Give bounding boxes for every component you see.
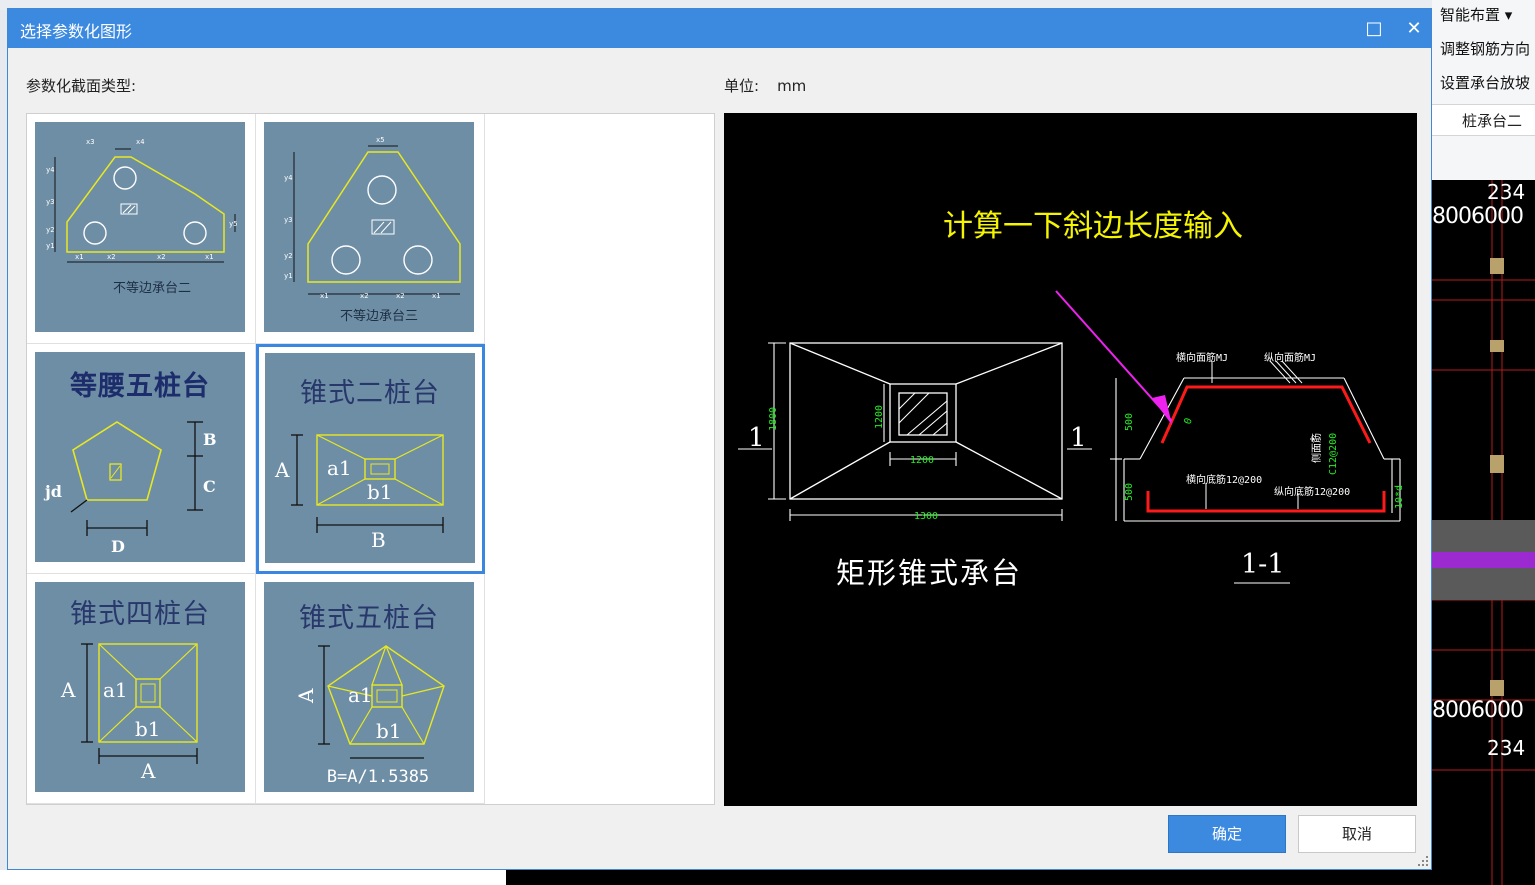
menu-smart-layout[interactable]: 智能布置 ▾ <box>1440 4 1512 25</box>
shape-thumbnail: 锥式四桩台 A a1 b1 A <box>35 582 245 792</box>
plan-dim: 1200 <box>910 455 934 466</box>
dialog-titlebar[interactable]: 选择参数化图形 □ ✕ <box>8 9 1431 48</box>
tab-pile-cap[interactable]: 桩承台二 <box>1432 104 1535 136</box>
section-dim: 0 <box>1182 417 1194 426</box>
close-icon[interactable]: ✕ <box>1400 15 1428 43</box>
dim-label: a1 <box>348 683 373 707</box>
plan-dim: 1300 <box>914 511 938 522</box>
section-note: 纵向底筋12@200 <box>1274 485 1350 498</box>
cad-label: 8006000 <box>1432 204 1524 229</box>
dim-label: x4 <box>136 138 144 146</box>
preview-annotation: 计算一下斜边长度输入 <box>943 209 1243 244</box>
plan-dim: 1800 <box>768 407 779 431</box>
dim-label: x1 <box>432 292 440 300</box>
section-note: 横向底筋12@200 <box>1186 473 1262 486</box>
dialog-title: 选择参数化图形 <box>20 22 133 41</box>
shape-preview: 1800 1200 1200 1300 横向面筋MJ 纵向面筋MJ 侧面筋 C1… <box>724 113 1417 806</box>
cancel-button[interactable]: 取消 <box>1298 815 1416 853</box>
dim-label: y3 <box>46 198 54 206</box>
dim-label: x2 <box>107 253 115 261</box>
plan-title: 矩形锥式承台 <box>836 556 1023 590</box>
dim-label: y4 <box>284 174 292 182</box>
section-note: 侧面筋 <box>1310 433 1323 463</box>
shape-thumbnail: 等腰五桩台 B C jd D <box>35 352 245 562</box>
dim-label: A <box>60 678 76 702</box>
shape-card-unequal-cap-3[interactable]: x5 y4 y3 y2 y1 x1 x2 x2 x1 不等边承台三 <box>256 114 485 344</box>
plan-dim: 1200 <box>874 405 885 429</box>
cad-label: 8006000 <box>1432 698 1524 723</box>
cad-label: 234 <box>1487 736 1526 760</box>
cut-mark: 1 <box>1070 423 1087 453</box>
shape-caption: 不等边承台三 <box>340 308 418 323</box>
section-dim: 500 <box>1124 413 1135 431</box>
shape-thumbnail: 锥式二桩台 A a1 b1 B <box>265 353 475 563</box>
shape-card-cone-4-pile[interactable]: 锥式四桩台 A a1 b1 A <box>27 574 256 804</box>
dim-label: a1 <box>103 678 128 702</box>
dim-label: x3 <box>86 138 94 146</box>
section-type-label: 参数化截面类型: <box>26 77 137 95</box>
dim-label: x2 <box>157 253 165 261</box>
section-dim: 500 <box>1124 483 1135 501</box>
dim-label: b1 <box>135 717 161 741</box>
dim-label: y1 <box>284 272 292 280</box>
shape-thumbnail: x3 x4 y4 y3 y2 y1 y5 x1 x2 x2 x1 不等边承台二 <box>35 122 245 332</box>
maximize-icon[interactable]: □ <box>1360 15 1388 43</box>
dim-label: y4 <box>46 166 54 174</box>
dim-label: B <box>371 528 386 552</box>
dim-label: y1 <box>46 242 54 250</box>
shape-thumbnail: x5 y4 y3 y2 y1 x1 x2 x2 x1 不等边承台三 <box>264 122 474 332</box>
dim-label: A <box>274 458 290 482</box>
dim-label: y5 <box>229 220 237 228</box>
cad-canvas-background: 234 8006000 8006000 234 <box>1432 180 1535 885</box>
select-parametric-shape-dialog: 选择参数化图形 □ ✕ 参数化截面类型: 单位: mm x3 x4 y4 y3 … <box>7 8 1432 870</box>
shape-caption: 不等边承台二 <box>113 280 191 295</box>
shape-gallery[interactable]: x3 x4 y4 y3 y2 y1 y5 x1 x2 x2 x1 不等边承台二 <box>26 113 715 805</box>
dim-label: x1 <box>205 253 213 261</box>
dim-label: C <box>203 477 216 496</box>
shape-card-cone-2-pile[interactable]: 锥式二桩台 A a1 b1 B <box>256 344 485 574</box>
dim-label: x5 <box>376 136 384 144</box>
dim-label: D <box>111 537 125 556</box>
dim-label: a1 <box>327 456 352 480</box>
shape-card-unequal-cap-2[interactable]: x3 x4 y4 y3 y2 y1 y5 x1 x2 x2 x1 不等边承台二 <box>27 114 256 344</box>
dim-label: x1 <box>320 292 328 300</box>
ok-button[interactable]: 确定 <box>1168 815 1286 853</box>
dim-label: b1 <box>367 480 393 504</box>
unit-value: mm <box>777 77 807 95</box>
section-note: C12@200 <box>1328 433 1339 475</box>
dim-label: A <box>140 759 156 783</box>
dim-label: A <box>294 688 318 704</box>
cad-label: 234 <box>1487 180 1526 204</box>
shape-formula: B=A/1.5385 <box>327 767 429 787</box>
menu-set-slope[interactable]: 设置承台放坡 <box>1440 72 1530 93</box>
shape-card-cone-5-pile[interactable]: 锥式五桩台 A a1 b1 B=A/1.5385 <box>256 574 485 804</box>
menu-adjust-rebar-direction[interactable]: 调整钢筋方向 <box>1440 38 1530 59</box>
dim-label: x2 <box>396 292 404 300</box>
dim-label: jd <box>43 482 62 501</box>
section-dim: 10*d <box>1394 485 1405 509</box>
dim-label: y3 <box>284 216 292 224</box>
dim-label: y2 <box>46 226 54 234</box>
app-right-panel: 智能布置 ▾ 调整钢筋方向 设置承台放坡 桩承台二 234 8006000 80… <box>1432 0 1535 885</box>
dim-label: x1 <box>75 253 83 261</box>
dim-label: y2 <box>284 252 292 260</box>
cut-mark: 1 <box>748 423 765 453</box>
dim-label: x2 <box>360 292 368 300</box>
shape-thumbnail: 锥式五桩台 A a1 b1 B=A/1.5385 <box>264 582 474 792</box>
section-title: 1-1 <box>1241 549 1285 580</box>
unit-label: 单位: mm <box>724 77 807 95</box>
resize-grip-icon[interactable] <box>1417 855 1429 867</box>
section-note: 横向面筋MJ <box>1176 351 1228 364</box>
app-left-gutter <box>0 10 7 885</box>
app-bottom-strip <box>0 870 1432 885</box>
section-note: 纵向面筋MJ <box>1264 351 1316 364</box>
dim-label: b1 <box>376 719 402 743</box>
dim-label: B <box>203 430 217 449</box>
shape-card-isosceles-5-pile[interactable]: 等腰五桩台 B C jd D <box>27 344 256 574</box>
